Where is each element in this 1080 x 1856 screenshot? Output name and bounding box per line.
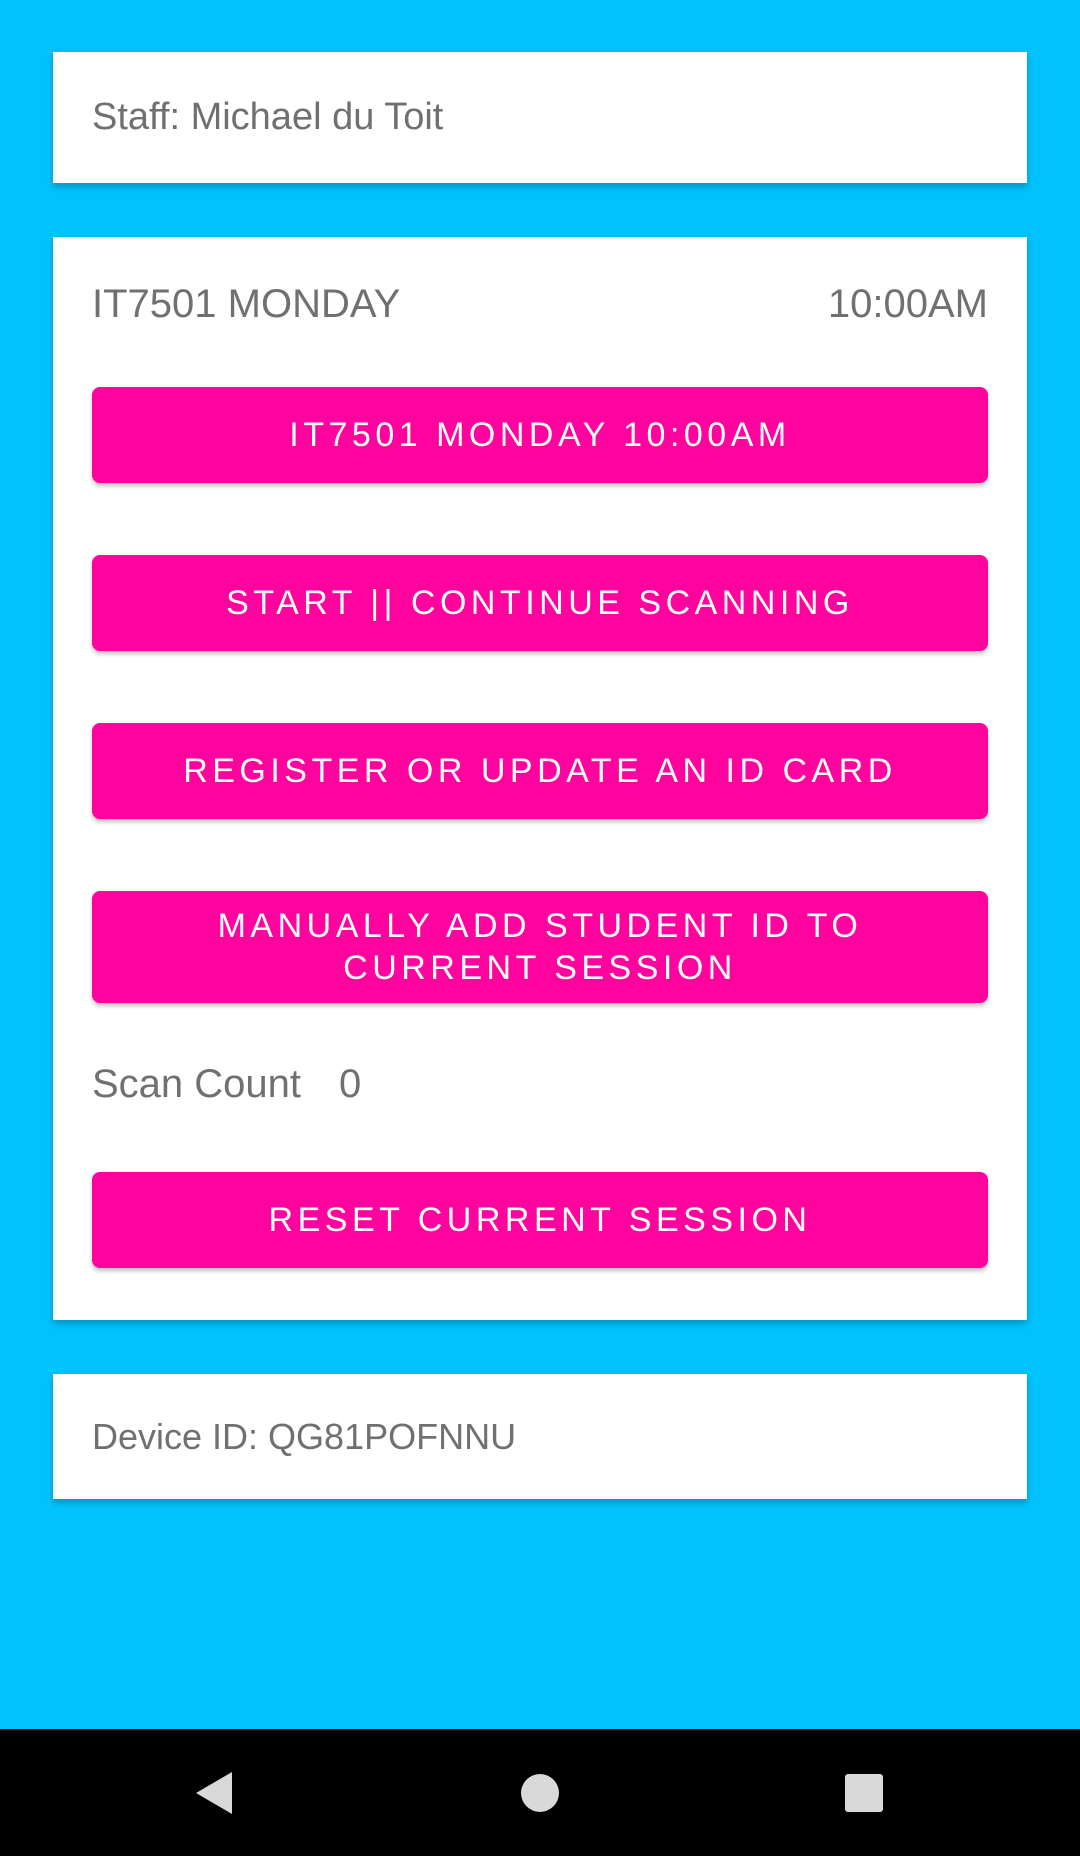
recents-button[interactable]: [804, 1729, 924, 1856]
session-header: IT7501 MONDAY 10:00AM: [92, 282, 988, 332]
scan-count-label: Scan Count: [92, 1062, 302, 1106]
start-continue-scanning-button-label: START || CONTINUE SCANNING: [226, 584, 854, 622]
start-continue-scanning-button[interactable]: START || CONTINUE SCANNING: [92, 555, 988, 651]
home-button[interactable]: [480, 1729, 600, 1856]
staff-card: Staff: Michael du Toit: [53, 52, 1027, 183]
scan-count: Scan Count 0: [92, 1062, 361, 1107]
system-navigation-bar: [0, 1729, 1080, 1856]
session-card: IT7501 MONDAY 10:00AM IT7501 MONDAY 10:0…: [53, 237, 1027, 1320]
device-card: Device ID: QG81POFNNU: [53, 1374, 1027, 1499]
select-session-button-label: IT7501 MONDAY 10:00AM: [289, 416, 791, 454]
select-session-button[interactable]: IT7501 MONDAY 10:00AM: [92, 387, 988, 483]
back-triangle-icon: [196, 1771, 232, 1814]
manually-add-student-button-label: MANUALLY ADD STUDENT ID TO CURRENT SESSI…: [217, 907, 863, 987]
manually-add-student-button[interactable]: MANUALLY ADD STUDENT ID TO CURRENT SESSI…: [92, 891, 988, 1003]
staff-name-label: Staff: Michael du Toit: [92, 96, 444, 138]
reset-session-button-label: RESET CURRENT SESSION: [268, 1201, 812, 1239]
reset-session-button[interactable]: RESET CURRENT SESSION: [92, 1172, 988, 1268]
device-id-label: Device ID: QG81POFNNU: [92, 1416, 517, 1457]
scan-count-value: 0: [339, 1062, 362, 1106]
session-time-label: 10:00AM: [827, 282, 988, 326]
back-button[interactable]: [154, 1729, 274, 1856]
course-label: IT7501 MONDAY: [92, 282, 401, 326]
register-id-card-button[interactable]: REGISTER OR UPDATE AN ID CARD: [92, 723, 988, 819]
home-circle-icon: [521, 1773, 559, 1812]
register-id-card-button-label: REGISTER OR UPDATE AN ID CARD: [183, 752, 897, 790]
recents-square-icon: [845, 1773, 883, 1812]
